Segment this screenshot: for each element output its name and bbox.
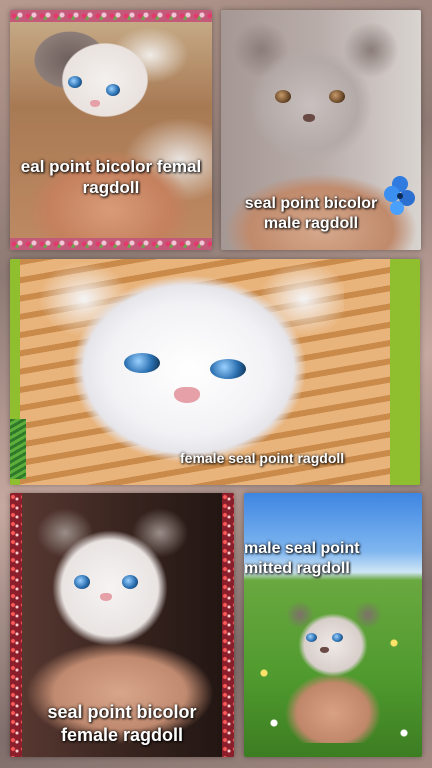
kitten-body — [278, 593, 388, 743]
kitten-eye-left — [124, 353, 160, 373]
panel-4-caption: seal point bicolor female ragdoll — [47, 702, 197, 745]
kitten-eye-right — [106, 84, 120, 96]
kitten-eye-left — [68, 76, 82, 88]
panel-2-caption: seal point bicolor male ragdoll — [244, 195, 378, 232]
kitten-nose — [303, 114, 315, 122]
kitten-eye-right — [122, 575, 138, 589]
kitten-eye-left — [306, 633, 317, 642]
kitten-nose — [320, 647, 329, 653]
photo-panel-3: female seal point ragdoll — [10, 259, 420, 485]
panel-1-caption: eal point bicolor femal ragdoll — [20, 157, 202, 198]
panel-3-caption: female seal point ragdoll — [180, 450, 345, 466]
leaf-decoration — [10, 419, 26, 479]
photo-panel-2: seal point bicolor male ragdoll — [221, 10, 421, 250]
kitten-nose — [90, 100, 100, 107]
floral-border-bottom — [10, 238, 212, 250]
kitten-eye-left — [74, 575, 90, 589]
kitten-nose — [174, 387, 200, 403]
photo-panel-5: male seal point mitted ragdoll — [244, 493, 422, 757]
floral-border-top — [10, 10, 212, 22]
kitten-photo — [10, 10, 212, 250]
kitten-eye-right — [210, 359, 246, 379]
kitten-eye-right — [332, 633, 343, 642]
panel-5-caption: male seal point mitted ragdoll — [244, 540, 360, 577]
photo-panel-4: seal point bicolor female ragdoll — [10, 493, 234, 757]
kitten-eye-left — [275, 90, 291, 103]
photo-panel-1: eal point bicolor femal ragdoll — [10, 10, 212, 250]
kitten-nose — [100, 593, 112, 601]
kitten-eye-right — [329, 90, 345, 103]
